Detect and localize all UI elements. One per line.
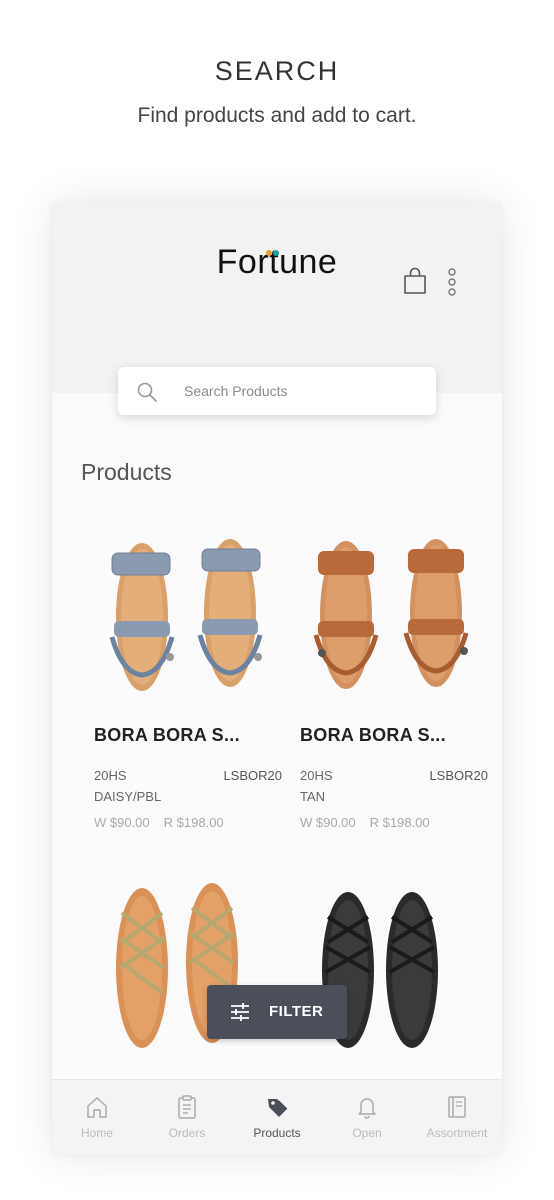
- nav-label: Assortment: [426, 1126, 488, 1140]
- retail-price: R $198.00: [163, 815, 224, 830]
- nav-label: Products: [253, 1126, 301, 1140]
- product-prices: W $90.00 R $198.00: [94, 815, 224, 830]
- tag-icon: [268, 1099, 288, 1117]
- product-sku: LSBOR20: [223, 768, 282, 783]
- nav-item-open[interactable]: Open: [322, 1094, 412, 1140]
- product-name[interactable]: BORA BORA S...: [94, 725, 240, 746]
- product-color: TAN: [300, 789, 326, 804]
- home-icon: [87, 1097, 107, 1118]
- product-color: DAISY/PBL: [94, 789, 162, 804]
- search-bar[interactable]: [118, 367, 436, 415]
- app-header: Fortune: [52, 203, 502, 393]
- product-details: 20HS DAISY/PBL: [94, 765, 161, 807]
- product-image[interactable]: [82, 525, 282, 695]
- product-sku: LSBOR20: [429, 768, 488, 783]
- section-title: Products: [81, 459, 172, 485]
- filter-label: FILTER: [269, 1003, 324, 1020]
- clipboard-icon: [178, 1095, 196, 1119]
- bell-icon: [358, 1098, 376, 1119]
- promo-title: SEARCH: [214, 56, 340, 86]
- product-name[interactable]: BORA BORA S...: [300, 725, 446, 746]
- product-details: 20HS TAN: [300, 765, 333, 807]
- wholesale-price: W $90.00: [300, 815, 356, 830]
- more-vertical-icon[interactable]: [444, 267, 460, 297]
- bottom-nav: Home Orders Products Open Assortment: [52, 1079, 502, 1155]
- retail-price: R $198.00: [369, 815, 430, 830]
- nav-label: Home: [80, 1126, 113, 1140]
- filter-button[interactable]: FILTER: [207, 985, 347, 1039]
- shopping-bag-icon[interactable]: [402, 267, 428, 295]
- book-icon: [448, 1096, 466, 1118]
- brand-logo: Fortune: [216, 243, 338, 281]
- nav-item-home[interactable]: Home: [52, 1094, 142, 1140]
- nav-item-assortment[interactable]: Assortment: [412, 1094, 502, 1140]
- nav-label: Open: [352, 1126, 382, 1140]
- search-icon: [137, 382, 157, 402]
- nav-item-products[interactable]: Products: [232, 1094, 322, 1140]
- product-season: 20HS: [94, 768, 127, 783]
- nav-item-orders[interactable]: Orders: [142, 1094, 232, 1140]
- search-input[interactable]: [184, 367, 424, 415]
- app-screen: Fortune Products: [52, 203, 502, 1155]
- promo-subtitle: Find products and add to cart.: [137, 104, 417, 127]
- wholesale-price: W $90.00: [94, 815, 150, 830]
- nav-label: Orders: [168, 1126, 206, 1140]
- product-prices: W $90.00 R $198.00: [300, 815, 430, 830]
- product-season: 20HS: [300, 768, 333, 783]
- product-image[interactable]: [288, 525, 488, 695]
- sliders-icon: [231, 1003, 249, 1021]
